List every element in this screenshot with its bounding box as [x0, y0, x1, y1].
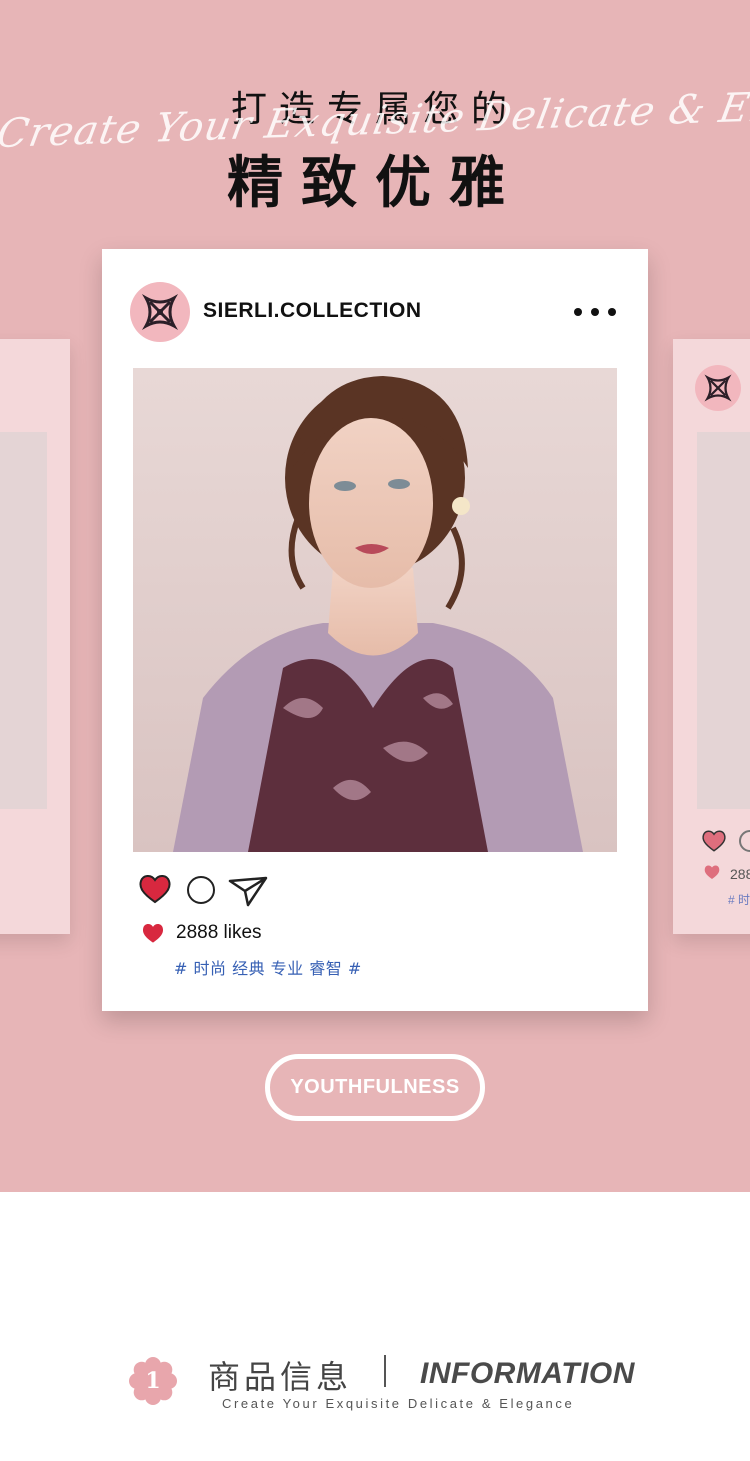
comment-icon[interactable]: [187, 876, 215, 904]
side-likes-text: 288: [730, 866, 750, 882]
side-card-right: 288 # 时: [673, 339, 750, 934]
post-photo: [133, 368, 617, 852]
heart-icon: [704, 865, 720, 879]
avatar[interactable]: [130, 282, 190, 342]
post-hashtags[interactable]: # 时尚 经典 专业 睿智 #: [174, 955, 362, 979]
comment-icon: [739, 830, 750, 852]
side-card-left: [0, 339, 70, 934]
side-avatar: [695, 365, 741, 411]
side-tags-text: # 时: [728, 893, 750, 907]
hero-title-line2: 精致优雅: [227, 151, 523, 216]
likes-count: 2888 likes: [176, 922, 262, 943]
info-title-en: INFORMATION: [420, 1357, 635, 1390]
brand-logo-icon: [704, 374, 732, 402]
ellipsis-icon[interactable]: [574, 301, 616, 323]
post-card: SIERLI.COLLECTION 2888 likes # 时尚 经典 专业 …: [102, 249, 648, 1011]
youthfulness-button[interactable]: YOUTHFULNESS: [265, 1054, 485, 1121]
info-divider: [384, 1355, 386, 1387]
heart-icon: [702, 830, 726, 852]
info-title-cn: 商品信息: [208, 1358, 353, 1396]
brand-logo-icon: [141, 293, 179, 331]
side-card-photo-placeholder: [697, 432, 750, 809]
info-subtitle: Create Your Exquisite Delicate & Eleganc…: [222, 1396, 575, 1411]
post-username[interactable]: SIERLI.COLLECTION: [203, 299, 422, 323]
heart-icon: [142, 924, 164, 943]
side-card-photo-placeholder: [0, 432, 47, 809]
section-number-badge: 1: [129, 1357, 177, 1405]
heart-icon[interactable]: [138, 873, 172, 905]
model-portrait-illustration: [133, 368, 617, 852]
hero-section: 打造专属您的 Create Your Exquisite Delicate & …: [0, 0, 750, 1192]
send-icon[interactable]: [228, 875, 268, 907]
section-number: 1: [145, 1368, 161, 1394]
